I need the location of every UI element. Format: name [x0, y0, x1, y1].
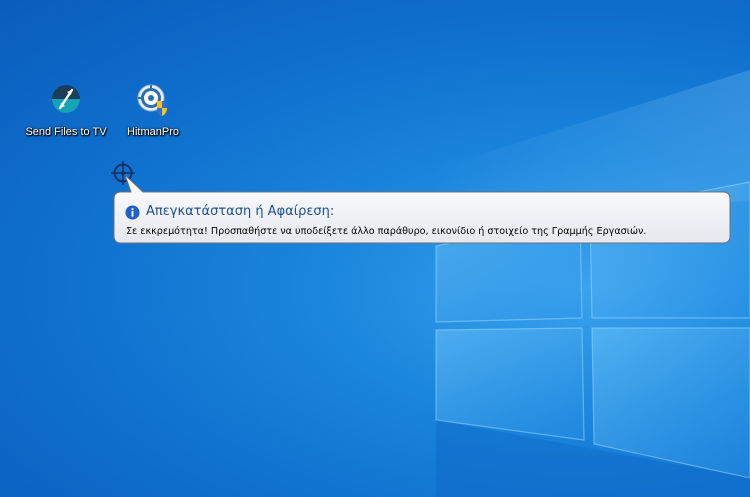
tooltip-message: Σε εκκρεμότητα! Προσπαθήστε να υποδείξετ… — [126, 226, 647, 237]
balloon-tooltip: Απεγκατάσταση ή Αφαίρεση: Σε εκκρεμότητα… — [113, 174, 731, 244]
tooltip-header: Απεγκατάσταση ή Αφαίρεση: — [125, 203, 725, 221]
desktop-icon-hitmanpro[interactable]: HitmanPro — [111, 84, 195, 139]
info-icon — [125, 204, 140, 220]
windows-logo-wallpaper — [430, 70, 750, 497]
balloon-tooltip-content: Απεγκατάσταση ή Αφαίρεση: Σε εκκρεμότητα… — [125, 203, 725, 238]
tooltip-title: Απεγκατάσταση ή Αφαίρεση: — [146, 204, 335, 219]
desktop[interactable]: Send Files to TV HitmanPro Απεγκατάσταση… — [0, 0, 750, 497]
hitmanpro-icon — [137, 84, 167, 116]
desktop-icon-label: HitmanPro — [127, 126, 179, 138]
logo-pane-bottom-left — [435, 327, 585, 441]
desktop-icon-label: Send Files to TV — [25, 126, 107, 138]
desktop-icon-send-files-to-tv[interactable]: Send Files to TV — [24, 84, 108, 139]
send-files-to-tv-icon — [52, 85, 80, 113]
